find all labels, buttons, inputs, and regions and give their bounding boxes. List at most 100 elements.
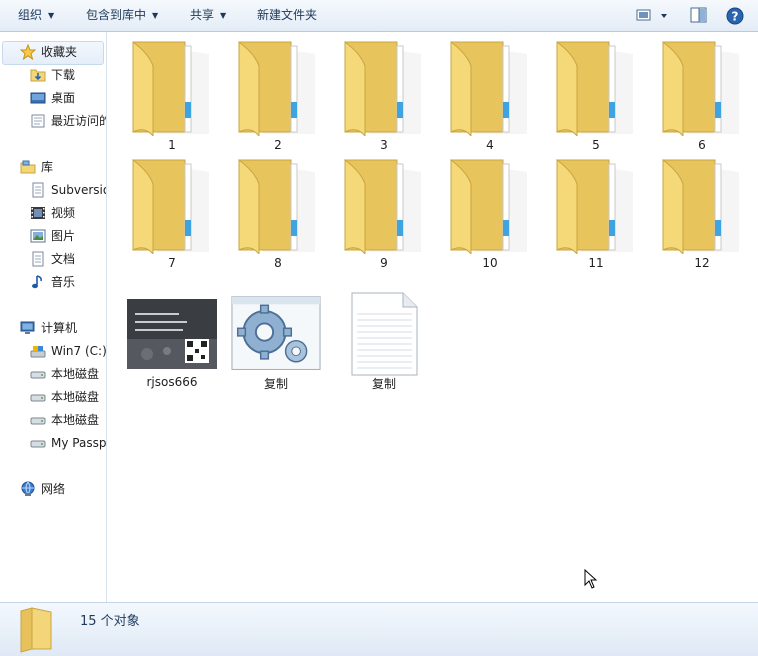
folder-icon — [662, 158, 739, 254]
dropdown-caret-icon: ▼ — [48, 11, 55, 20]
nav-downloads-label: 下载 — [51, 68, 76, 82]
folder-icon — [344, 158, 421, 254]
nav-desktop-label: 桌面 — [51, 91, 76, 105]
folder-name: 2 — [274, 138, 282, 152]
folder-item[interactable]: 6 — [657, 36, 747, 152]
nav-computer-label: 计算机 — [41, 321, 78, 335]
nav-music-label: 音乐 — [51, 275, 76, 289]
nav-disk-2-label: 本地磁盘 — [51, 390, 100, 404]
nav-disk-3-label: 本地磁盘 — [51, 413, 100, 427]
recent-places-icon — [31, 114, 45, 128]
folder-name: 8 — [274, 256, 282, 270]
hard-disk-icon — [30, 371, 46, 379]
svg-text:?: ? — [732, 10, 739, 24]
help-button[interactable]: ? — [726, 7, 744, 25]
folder-icon — [344, 40, 421, 136]
desktop-icon — [30, 92, 46, 104]
file-name: 复制 — [371, 377, 396, 391]
library-icon — [20, 160, 36, 174]
include-in-library-menu[interactable]: 包含到库中 ▼ — [86, 0, 158, 31]
hard-disk-icon — [30, 394, 46, 402]
file-image-rjsos666[interactable]: rjsos666 — [127, 284, 217, 394]
folder-name: 4 — [486, 138, 494, 152]
folder-icon — [662, 40, 739, 136]
status-bar: 15 个对象 — [0, 602, 758, 656]
nav-favorites-label: 收藏夹 — [41, 45, 78, 59]
dropdown-caret-icon: ▼ — [152, 11, 159, 20]
preview-pane-icon — [690, 7, 707, 23]
star-icon — [20, 44, 36, 60]
file-name: rjsos666 — [146, 375, 198, 389]
music-note-icon — [32, 275, 42, 289]
folder-name: 12 — [694, 256, 710, 270]
folder-icon — [556, 158, 633, 254]
document-library-icon — [32, 182, 44, 198]
file-list-view: 12 11 10 9 8 7 6 5 4 3 2 1 rjsos666 复制 复… — [107, 32, 758, 602]
external-drive-icon — [30, 440, 46, 448]
folder-item[interactable]: 9 — [339, 154, 429, 270]
folder-icon — [450, 158, 527, 254]
nav-subversion-label: Subversio — [51, 183, 107, 197]
folder-icon — [556, 40, 633, 136]
file-txt-copy[interactable]: 复制 — [339, 284, 429, 394]
network-icon — [21, 481, 35, 496]
view-options-button[interactable] — [636, 7, 672, 24]
folder-icon — [450, 40, 527, 136]
file-exe-copy[interactable]: 复制 — [231, 284, 321, 394]
folder-icon — [132, 40, 209, 136]
include-in-library-label: 包含到库中 — [86, 8, 147, 22]
nav-passport-label: My Passp — [51, 436, 107, 450]
nav-pictures-label: 图片 — [51, 229, 76, 243]
folder-item[interactable]: 3 — [339, 36, 429, 152]
image-thumbnail-icon — [127, 299, 217, 369]
folder-item[interactable]: 1 — [127, 36, 217, 152]
new-folder-button[interactable]: 新建文件夹 — [257, 0, 317, 31]
folder-name: 6 — [698, 138, 706, 152]
nav-network-label: 网络 — [41, 482, 66, 496]
help-icon: ? — [726, 7, 744, 25]
document-icon — [32, 251, 44, 267]
folder-item[interactable]: 11 — [551, 154, 641, 270]
folder-icon — [20, 607, 52, 653]
nav-libraries-label: 库 — [41, 160, 54, 174]
computer-icon — [20, 321, 35, 334]
nav-videos-label: 视频 — [51, 206, 76, 220]
mouse-cursor-icon — [584, 569, 598, 589]
nav-documents-label: 文档 — [51, 252, 76, 266]
share-label: 共享 — [190, 8, 215, 22]
file-name: 复制 — [263, 377, 288, 391]
organize-menu[interactable]: 组织 ▼ — [18, 0, 54, 31]
folder-item[interactable]: 10 — [445, 154, 535, 270]
folder-icon — [238, 40, 315, 136]
dropdown-caret-icon: ▼ — [220, 11, 227, 20]
folder-item[interactable]: 8 — [233, 154, 323, 270]
folder-name: 9 — [380, 256, 388, 270]
organize-label: 组织 — [18, 8, 43, 22]
folder-item[interactable]: 4 — [445, 36, 535, 152]
system-drive-icon — [30, 346, 46, 358]
nav-drive-c-label: Win7 (C:) — [51, 344, 107, 358]
hard-disk-icon — [30, 417, 46, 425]
folder-icon — [238, 158, 315, 254]
new-folder-label: 新建文件夹 — [257, 8, 318, 22]
nav-recent-label: 最近访问的 — [51, 114, 107, 128]
item-count: 15 个对象 — [80, 614, 140, 629]
folder-name: 1 — [168, 138, 176, 152]
folder-icon — [132, 158, 209, 254]
folder-item[interactable]: 12 — [657, 154, 747, 270]
folder-item[interactable]: 5 — [551, 36, 641, 152]
folder-name: 5 — [592, 138, 600, 152]
navigation-pane: 收藏夹 下载 桌面 最近访问的 库 Subversio 视频 图片 文档 音乐 … — [0, 32, 107, 602]
picture-library-icon — [30, 229, 46, 243]
share-menu[interactable]: 共享 ▼ — [190, 0, 226, 31]
folder-name: 11 — [588, 256, 604, 270]
downloads-folder-icon — [30, 69, 46, 82]
command-bar: 组织 ▼ 包含到库中 ▼ 共享 ▼ 新建文件夹 ? — [0, 0, 758, 32]
folder-item[interactable]: 7 — [127, 154, 217, 270]
folder-name: 3 — [380, 138, 388, 152]
text-document-icon — [351, 292, 418, 376]
preview-pane-button[interactable] — [690, 7, 708, 24]
folder-item[interactable]: 2 — [233, 36, 323, 152]
nav-disk-1-label: 本地磁盘 — [51, 367, 100, 381]
folder-name: 7 — [168, 256, 176, 270]
